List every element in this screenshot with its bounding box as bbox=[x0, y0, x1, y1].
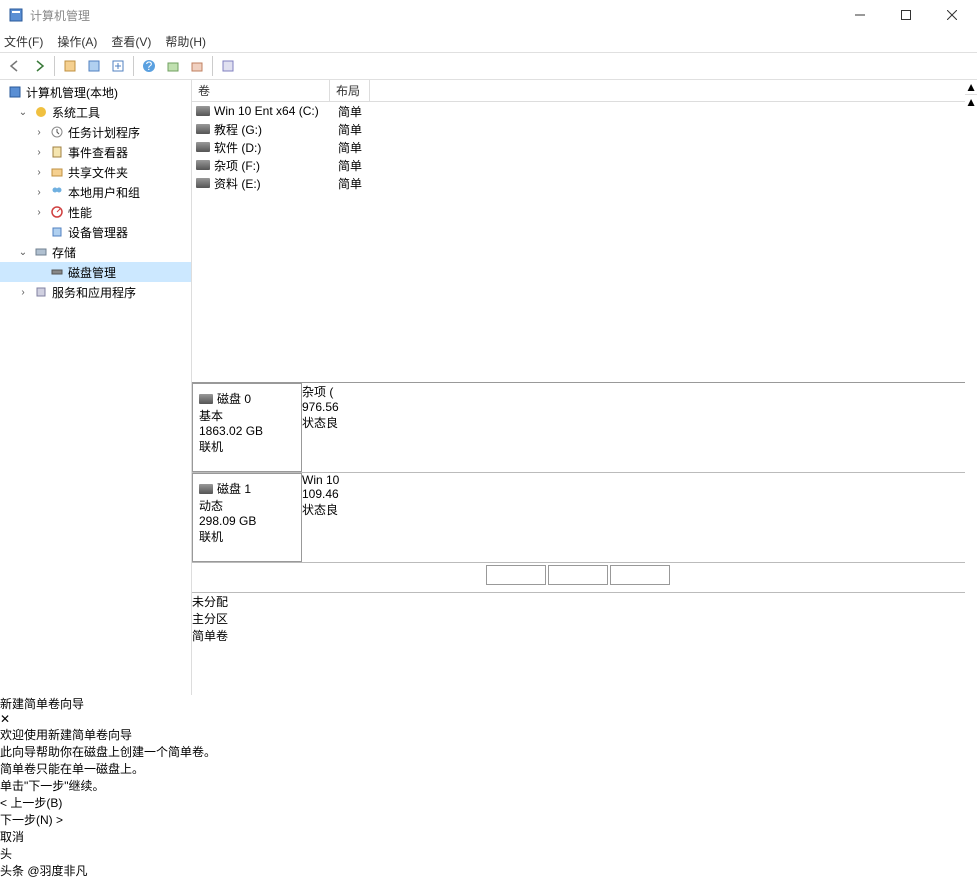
expand-icon[interactable]: › bbox=[32, 207, 46, 218]
expand-icon[interactable]: › bbox=[32, 187, 46, 198]
wizard-content: 欢迎使用新建简单卷向导 此向导帮助你在磁盘上创建一个简单卷。 简单卷只能在单一磁… bbox=[0, 726, 977, 794]
menubar: 文件(F) 操作(A) 查看(V) 帮助(H) bbox=[0, 30, 977, 52]
refresh-button[interactable] bbox=[107, 55, 129, 77]
disk-legend: 未分配 主分区 简单卷 bbox=[192, 593, 965, 644]
storage-icon bbox=[33, 244, 49, 260]
new-simple-volume-wizard: 新建简单卷向导 ✕ 欢迎使用新建简单卷向导 此向导帮助你在磁盘上创建一个简单卷。… bbox=[0, 695, 977, 845]
minimize-button[interactable] bbox=[837, 0, 883, 30]
collapse-icon[interactable]: ⌄ bbox=[16, 107, 30, 118]
wizard-close-button[interactable]: ✕ bbox=[0, 712, 977, 726]
disk-row-0[interactable]: 磁盘 0 基本 1863.02 GB 联机 杂项 ( 976.56 状态良 bbox=[192, 383, 965, 473]
wizard-next-button[interactable]: 下一步(N) > bbox=[0, 811, 977, 828]
tree-disk-management[interactable]: 磁盘管理 bbox=[0, 262, 191, 282]
tool-icon-3[interactable] bbox=[162, 55, 184, 77]
disk-row-extra bbox=[192, 563, 965, 593]
content-panel: 卷 布局 Win 10 Ent x64 (C:)简单 教程 (G:)简单 软件 … bbox=[192, 80, 965, 695]
help-button[interactable]: ? bbox=[138, 55, 160, 77]
wizard-heading: 欢迎使用新建简单卷向导 bbox=[0, 726, 977, 743]
wizard-back-button: < 上一步(B) bbox=[0, 794, 977, 811]
close-button[interactable] bbox=[929, 0, 975, 30]
volume-row[interactable]: 资料 (E:)简单 bbox=[192, 174, 965, 192]
volume-icon bbox=[196, 142, 210, 152]
empty-region[interactable] bbox=[548, 565, 608, 585]
performance-icon bbox=[49, 204, 65, 220]
tool-icon-2[interactable] bbox=[83, 55, 105, 77]
tree-shared-folders[interactable]: › 共享文件夹 bbox=[0, 162, 191, 182]
disk-0-partition-0[interactable]: 杂项 ( 976.56 状态良 bbox=[302, 383, 358, 431]
wizard-footer: < 上一步(B) 下一步(N) > 取消 bbox=[0, 794, 977, 845]
volume-row[interactable]: Win 10 Ent x64 (C:)简单 bbox=[192, 102, 965, 120]
volume-icon bbox=[196, 160, 210, 170]
back-button[interactable] bbox=[4, 55, 26, 77]
expand-actions-button[interactable]: ▲ bbox=[965, 80, 977, 94]
tree-services[interactable]: › 服务和应用程序 bbox=[0, 282, 191, 302]
tree-local-users[interactable]: › 本地用户和组 bbox=[0, 182, 191, 202]
tool-icon-5[interactable] bbox=[217, 55, 239, 77]
computer-icon bbox=[7, 84, 23, 100]
toolbar: ? bbox=[0, 52, 977, 80]
folder-share-icon bbox=[49, 164, 65, 180]
volume-icon bbox=[196, 124, 210, 134]
menu-file[interactable]: 文件(F) bbox=[4, 33, 43, 50]
watermark-icon: 头 bbox=[0, 845, 977, 862]
volume-list-header: 卷 布局 bbox=[192, 80, 965, 102]
users-icon bbox=[49, 184, 65, 200]
wizard-text-3: 单击"下一步"继续。 bbox=[0, 777, 977, 794]
wizard-cancel-button[interactable]: 取消 bbox=[0, 828, 977, 845]
forward-button[interactable] bbox=[28, 55, 50, 77]
disk-1-info: 磁盘 1 动态 298.09 GB 联机 bbox=[192, 473, 302, 562]
col-layout[interactable]: 布局 bbox=[330, 80, 370, 101]
maximize-button[interactable] bbox=[883, 0, 929, 30]
navigation-tree: 计算机管理(本地) ⌄ 系统工具 › 任务计划程序 › 事件查看器 › 共享文件… bbox=[0, 80, 192, 695]
volume-icon bbox=[196, 178, 210, 188]
event-icon bbox=[49, 144, 65, 160]
app-icon bbox=[8, 7, 24, 23]
tree-system-tools[interactable]: ⌄ 系统工具 bbox=[0, 102, 191, 122]
services-icon bbox=[33, 284, 49, 300]
tool-icon-4[interactable] bbox=[186, 55, 208, 77]
menu-help[interactable]: 帮助(H) bbox=[165, 33, 206, 50]
volume-row[interactable]: 软件 (D:)简单 bbox=[192, 138, 965, 156]
clock-icon bbox=[49, 124, 65, 140]
menu-action[interactable]: 操作(A) bbox=[57, 33, 97, 50]
disk-icon bbox=[49, 264, 65, 280]
wizard-text-2: 简单卷只能在单一磁盘上。 bbox=[0, 760, 977, 777]
tree-root[interactable]: 计算机管理(本地) bbox=[0, 82, 191, 102]
tree-device-manager[interactable]: 设备管理器 bbox=[0, 222, 191, 242]
window-title: 计算机管理 bbox=[30, 7, 837, 24]
volume-list: Win 10 Ent x64 (C:)简单 教程 (G:)简单 软件 (D:)简… bbox=[192, 102, 965, 382]
tree-task-scheduler[interactable]: › 任务计划程序 bbox=[0, 122, 191, 142]
disk-graphical-view: 磁盘 0 基本 1863.02 GB 联机 杂项 ( 976.56 状态良 磁盘… bbox=[192, 382, 965, 593]
tools-icon bbox=[33, 104, 49, 120]
volume-icon bbox=[196, 106, 210, 116]
disk-row-1[interactable]: 磁盘 1 动态 298.09 GB 联机 Win 10 109.46 状态良 bbox=[192, 473, 965, 563]
window-titlebar: 计算机管理 bbox=[0, 0, 977, 30]
empty-region[interactable] bbox=[610, 565, 670, 585]
expand-icon[interactable]: › bbox=[32, 127, 46, 138]
disk-0-info: 磁盘 0 基本 1863.02 GB 联机 bbox=[192, 383, 302, 472]
expand-icon[interactable]: › bbox=[16, 287, 30, 298]
wizard-titlebar: 新建简单卷向导 ✕ bbox=[0, 695, 977, 726]
svg-text:?: ? bbox=[146, 59, 153, 73]
tree-storage[interactable]: ⌄ 存储 bbox=[0, 242, 191, 262]
volume-row[interactable]: 教程 (G:)简单 bbox=[192, 120, 965, 138]
tree-event-viewer[interactable]: › 事件查看器 bbox=[0, 142, 191, 162]
menu-view[interactable]: 查看(V) bbox=[111, 33, 151, 50]
col-volume[interactable]: 卷 bbox=[192, 80, 330, 101]
disk-1-partition-0[interactable]: Win 10 109.46 状态良 bbox=[302, 473, 358, 518]
collapse-icon[interactable]: ⌄ bbox=[16, 247, 30, 258]
watermark: 头 头条 @羽度非凡 bbox=[0, 845, 977, 879]
unallocated-region[interactable] bbox=[486, 565, 546, 585]
wizard-text-1: 此向导帮助你在磁盘上创建一个简单卷。 bbox=[0, 743, 977, 760]
actions-pane-collapsed: ▲ ▲ bbox=[965, 80, 977, 695]
expand-icon[interactable]: › bbox=[32, 167, 46, 178]
volume-row[interactable]: 杂项 (F:)简单 bbox=[192, 156, 965, 174]
tree-performance[interactable]: › 性能 bbox=[0, 202, 191, 222]
device-icon bbox=[49, 224, 65, 240]
expand-icon[interactable]: › bbox=[32, 147, 46, 158]
tool-icon-1[interactable] bbox=[59, 55, 81, 77]
expand-actions-button-2[interactable]: ▲ bbox=[965, 94, 977, 109]
